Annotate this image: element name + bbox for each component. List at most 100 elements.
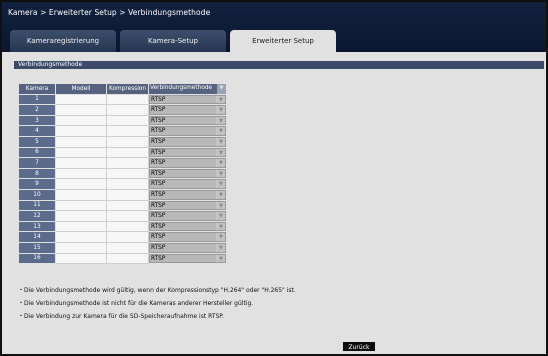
- chevron-down-icon[interactable]: ▼: [216, 116, 225, 125]
- connection-method-select[interactable]: RTSP ▼: [149, 158, 226, 168]
- model-cell: [55, 167, 107, 180]
- compression-cell: [106, 167, 149, 180]
- chevron-down-icon[interactable]: ▼: [216, 243, 225, 252]
- select-value: RTSP: [151, 234, 166, 241]
- camera-number: 11: [18, 199, 56, 212]
- chevron-down-icon[interactable]: ▼: [216, 180, 225, 188]
- compression-cell: [106, 125, 149, 137]
- column-header-kompression: Kompression: [106, 83, 149, 95]
- connection-method-select[interactable]: RTSP ▼: [149, 147, 226, 158]
- model-cell: [55, 210, 107, 222]
- camera-number: 13: [18, 220, 56, 233]
- table-row: 14 RTSP ▼: [18, 231, 227, 243]
- method-cell: RTSP ▼: [148, 210, 227, 222]
- camera-number: 8: [18, 167, 56, 180]
- select-value: RTSP: [151, 181, 166, 188]
- camera-number: 9: [18, 178, 56, 190]
- compression-cell: [106, 93, 149, 106]
- tab-kamera-setup[interactable]: Kamera-Setup: [120, 30, 226, 52]
- tab-label: Erweiterter Setup: [252, 37, 314, 45]
- compression-cell: [106, 146, 149, 159]
- camera-number: 5: [18, 135, 56, 148]
- compression-cell: [106, 231, 149, 243]
- note-item: ・Die Verbindungsmethode wird gültig, wen…: [18, 287, 296, 294]
- window-frame: Kamera > Erweiterter Setup > Verbindungs…: [0, 0, 548, 356]
- model-cell: [55, 93, 107, 106]
- model-cell: [55, 104, 107, 116]
- table-row: 9 RTSP ▼: [18, 178, 227, 190]
- connection-method-select[interactable]: RTSP ▼: [149, 136, 226, 147]
- table-row: 10 RTSP ▼: [18, 188, 227, 201]
- connection-method-select[interactable]: RTSP ▼: [149, 105, 226, 115]
- chevron-down-icon[interactable]: ▼: [216, 201, 225, 210]
- model-cell: [55, 252, 107, 265]
- tab-label: Kamera-Setup: [148, 37, 198, 45]
- chevron-down-icon[interactable]: ▼: [216, 106, 225, 114]
- table-row: 3 RTSP ▼: [18, 114, 227, 127]
- compression-cell: [106, 114, 149, 127]
- connection-method-select[interactable]: RTSP ▼: [149, 211, 226, 221]
- connection-method-select[interactable]: RTSP ▼: [149, 221, 226, 232]
- camera-number: 6: [18, 146, 56, 159]
- select-value: RTSP: [151, 138, 166, 145]
- tab-label: Kameraregistrierung: [26, 37, 100, 45]
- camera-number: 7: [18, 157, 56, 169]
- chevron-down-icon[interactable]: ▼: [216, 254, 225, 263]
- chevron-down-icon[interactable]: ▼: [216, 148, 225, 157]
- note-text: Die Verbindungsmethode wird gültig, wenn…: [24, 287, 296, 294]
- model-cell: [55, 199, 107, 212]
- table-row: 1 RTSP ▼: [18, 93, 227, 106]
- method-cell: RTSP ▼: [148, 146, 227, 159]
- connection-method-select[interactable]: RTSP ▼: [149, 126, 226, 136]
- tab-erweiterter-setup[interactable]: Erweiterter Setup: [230, 30, 336, 52]
- connection-method-select[interactable]: RTSP ▼: [149, 242, 226, 253]
- method-cell: RTSP ▼: [148, 188, 227, 201]
- chevron-down-icon[interactable]: ▼: [216, 190, 225, 199]
- chevron-down-icon[interactable]: ▼: [216, 137, 225, 146]
- tab-kameraregistrierung[interactable]: Kameraregistrierung: [10, 30, 116, 52]
- chevron-down-icon: ▼: [217, 84, 226, 94]
- compression-cell: [106, 178, 149, 190]
- connection-method-select[interactable]: RTSP ▼: [149, 179, 226, 189]
- chevron-down-icon[interactable]: ▼: [216, 222, 225, 231]
- model-cell: [55, 220, 107, 233]
- method-cell: RTSP ▼: [148, 252, 227, 265]
- note-text: Die Verbindung zur Kamera für die SD-Spe…: [24, 313, 224, 320]
- back-button[interactable]: Zurück: [342, 341, 376, 352]
- method-cell: RTSP ▼: [148, 178, 227, 190]
- note-text: Die Verbindungsmethode ist nicht für die…: [24, 300, 254, 307]
- table-row: 13 RTSP ▼: [18, 220, 227, 233]
- select-value: RTSP: [151, 223, 166, 230]
- compression-cell: [106, 220, 149, 233]
- select-value: RTSP: [151, 202, 166, 209]
- select-value: RTSP: [151, 96, 166, 103]
- select-value: RTSP: [151, 191, 166, 198]
- method-cell: RTSP ▼: [148, 157, 227, 169]
- camera-number: 10: [18, 188, 56, 201]
- select-value: RTSP: [151, 255, 166, 262]
- note-item: ・Die Verbindung zur Kamera für die SD-Sp…: [18, 313, 224, 320]
- chevron-down-icon[interactable]: ▼: [216, 159, 225, 167]
- connection-method-select[interactable]: RTSP ▼: [149, 168, 226, 179]
- method-cell: RTSP ▼: [148, 114, 227, 127]
- chevron-down-icon[interactable]: ▼: [216, 169, 225, 178]
- chevron-down-icon[interactable]: ▼: [216, 212, 225, 220]
- connection-method-select[interactable]: RTSP ▼: [149, 94, 226, 105]
- method-cell: RTSP ▼: [148, 241, 227, 254]
- table-row: 12 RTSP ▼: [18, 210, 227, 222]
- compression-cell: [106, 104, 149, 116]
- section-title: Verbindungsmethode: [14, 61, 544, 69]
- chevron-down-icon[interactable]: ▼: [216, 95, 225, 104]
- model-cell: [55, 188, 107, 201]
- chevron-down-icon[interactable]: ▼: [216, 233, 225, 241]
- select-value: RTSP: [151, 107, 166, 114]
- method-cell: RTSP ▼: [148, 93, 227, 106]
- column-header-modell: Modell: [55, 83, 107, 95]
- connection-method-select[interactable]: RTSP ▼: [149, 189, 226, 200]
- connection-method-select[interactable]: RTSP ▼: [149, 115, 226, 126]
- connection-method-select[interactable]: RTSP ▼: [149, 232, 226, 242]
- connection-method-select[interactable]: RTSP ▼: [149, 253, 226, 264]
- connection-method-select[interactable]: RTSP ▼: [149, 200, 226, 211]
- model-cell: [55, 146, 107, 159]
- chevron-down-icon[interactable]: ▼: [216, 127, 225, 135]
